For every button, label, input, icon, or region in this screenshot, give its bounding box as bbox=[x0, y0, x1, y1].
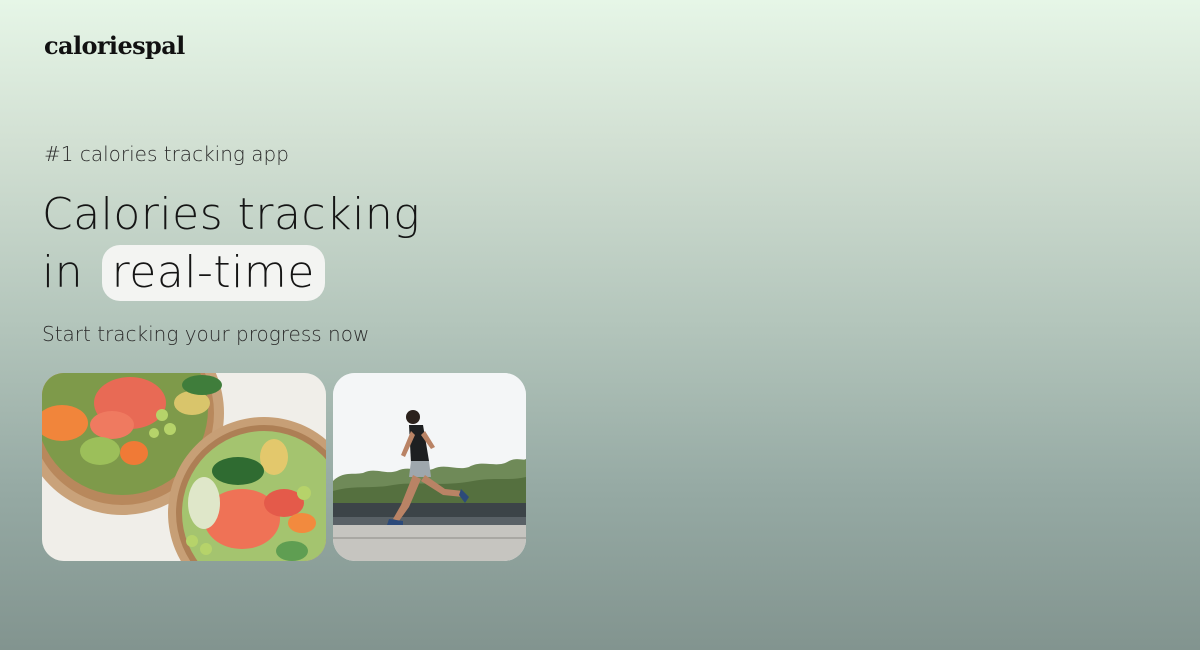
hero-subtitle: Start tracking your progress now bbox=[42, 322, 370, 346]
headline-highlight-pill: real-time bbox=[101, 245, 325, 301]
headline-in-word: in bbox=[42, 247, 84, 298]
headline-line-2: in real-time bbox=[42, 244, 420, 302]
hero-tagline: #1 calories tracking app bbox=[44, 142, 289, 166]
headline-line-1: Calories tracking bbox=[42, 189, 421, 240]
runner-illustration bbox=[333, 373, 526, 561]
hero-headline: Calories tracking in real-time bbox=[42, 186, 420, 302]
food-bowls-photo bbox=[42, 373, 326, 561]
food-bowls-illustration bbox=[42, 373, 326, 561]
runner-photo bbox=[333, 373, 526, 561]
brand-logo[interactable]: caloriespal bbox=[44, 31, 185, 60]
